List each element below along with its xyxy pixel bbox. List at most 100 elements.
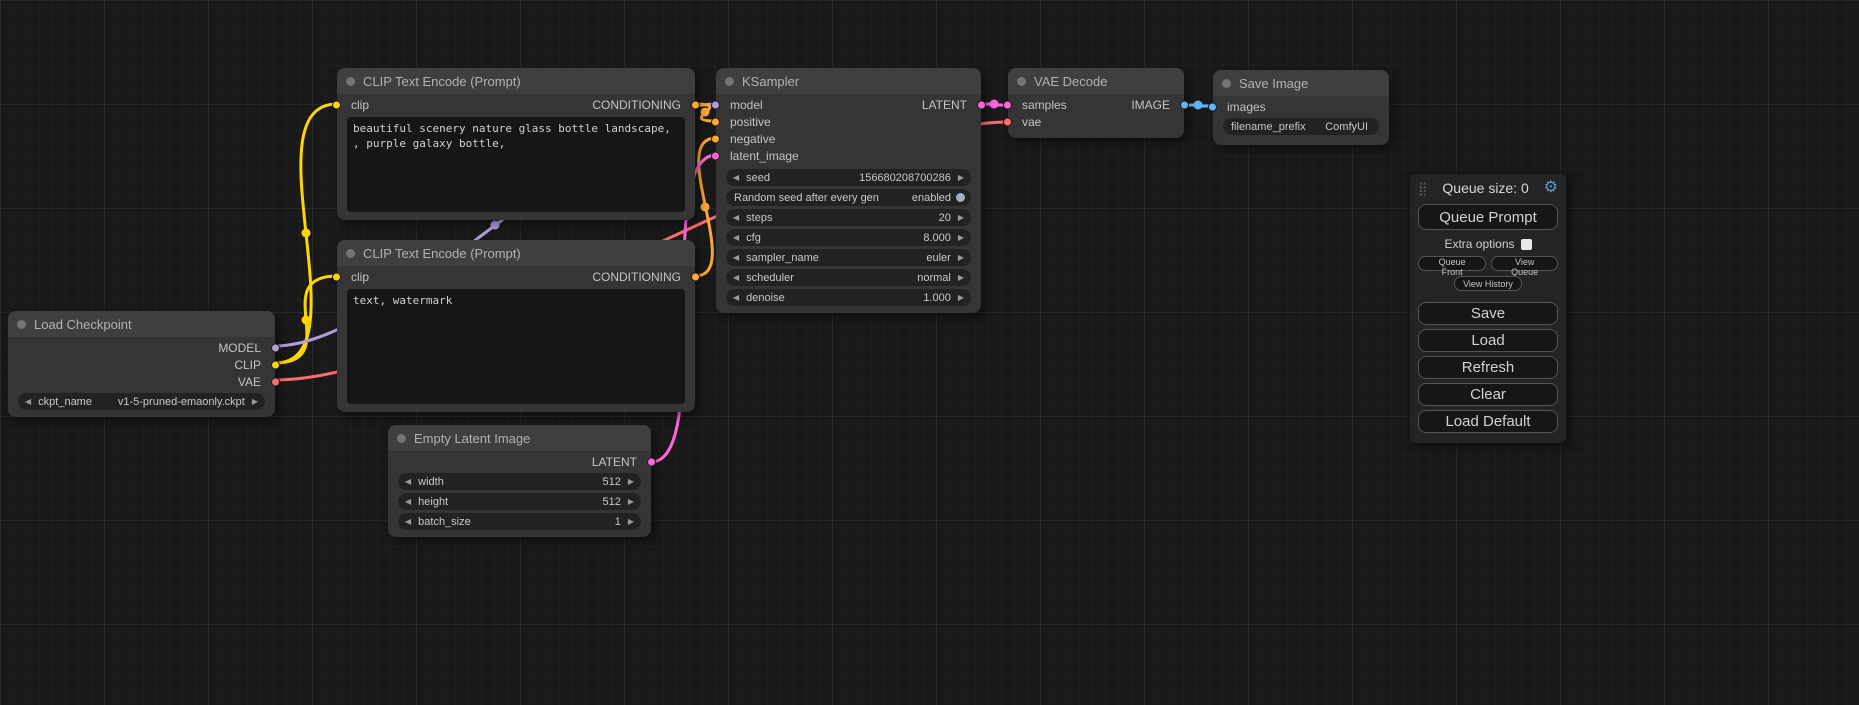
positive-input-dot[interactable] bbox=[711, 117, 720, 126]
view-history-button[interactable]: View History bbox=[1454, 276, 1522, 291]
node-title-bar[interactable]: Empty Latent Image bbox=[388, 425, 651, 451]
node-title: CLIP Text Encode (Prompt) bbox=[363, 246, 521, 261]
node-title-bar[interactable]: Save Image bbox=[1213, 70, 1389, 96]
widget-value: v1-5-pruned-emaonly.ckpt bbox=[118, 396, 245, 408]
left-arrow-icon[interactable]: ◀ bbox=[405, 478, 411, 486]
collapse-dot-icon[interactable] bbox=[1222, 79, 1231, 88]
wire-midpoint-dot bbox=[701, 203, 710, 212]
node-load-checkpoint[interactable]: Load Checkpoint MODEL CLIP VAE ◀ ckpt_na… bbox=[8, 311, 275, 417]
node-empty-latent-image[interactable]: Empty Latent Image LATENT ◀ width 512 ▶ … bbox=[388, 425, 651, 537]
right-arrow-icon[interactable]: ▶ bbox=[958, 254, 964, 262]
right-arrow-icon[interactable]: ▶ bbox=[958, 234, 964, 242]
left-arrow-icon[interactable]: ◀ bbox=[733, 274, 739, 282]
conditioning-output-dot[interactable] bbox=[691, 100, 700, 109]
node-clip-text-encode-positive[interactable]: CLIP Text Encode (Prompt) clip CONDITION… bbox=[337, 68, 695, 220]
height-widget[interactable]: ◀ height 512 ▶ bbox=[398, 493, 641, 510]
left-arrow-icon[interactable]: ◀ bbox=[405, 498, 411, 506]
latent-image-input-dot[interactable] bbox=[711, 151, 720, 160]
view-history-row: View History bbox=[1454, 276, 1522, 291]
toggle-dot[interactable] bbox=[956, 193, 965, 202]
negative-prompt-textarea[interactable]: text, watermark bbox=[347, 289, 685, 404]
right-arrow-icon[interactable]: ▶ bbox=[958, 174, 964, 182]
model-output-dot[interactable] bbox=[271, 343, 280, 352]
vae-output-dot[interactable] bbox=[271, 377, 280, 386]
steps-widget[interactable]: ◀ steps 20 ▶ bbox=[726, 209, 971, 226]
node-vae-decode[interactable]: VAE Decode samples IMAGE vae bbox=[1008, 68, 1184, 138]
batch-size-widget[interactable]: ◀ batch_size 1 ▶ bbox=[398, 513, 641, 530]
refresh-button[interactable]: Refresh bbox=[1418, 356, 1558, 379]
cfg-widget[interactable]: ◀ cfg 8.000 ▶ bbox=[726, 229, 971, 246]
clip-output-dot[interactable] bbox=[271, 360, 280, 369]
left-arrow-icon[interactable]: ◀ bbox=[733, 174, 739, 182]
node-title: Empty Latent Image bbox=[414, 431, 530, 446]
node-save-image[interactable]: Save Image images filename_prefix ComfyU… bbox=[1213, 70, 1389, 145]
right-arrow-icon[interactable]: ▶ bbox=[958, 274, 964, 282]
wire-clip-to-positive-clip bbox=[275, 104, 337, 363]
collapse-dot-icon[interactable] bbox=[397, 434, 406, 443]
node-graph-canvas[interactable]: { "icons": { "left_arrow": "◀", "right_a… bbox=[0, 0, 1859, 705]
clear-button[interactable]: Clear bbox=[1418, 383, 1558, 406]
seed-widget[interactable]: ◀ seed 156680208700286 ▶ bbox=[726, 169, 971, 186]
node-title-bar[interactable]: Load Checkpoint bbox=[8, 311, 275, 337]
filename-prefix-widget[interactable]: filename_prefix ComfyUI bbox=[1223, 118, 1379, 135]
sampler-name-widget[interactable]: ◀ sampler_name euler ▶ bbox=[726, 249, 971, 266]
collapse-dot-icon[interactable] bbox=[346, 249, 355, 258]
scheduler-widget[interactable]: ◀ scheduler normal ▶ bbox=[726, 269, 971, 286]
queue-prompt-button[interactable]: Queue Prompt bbox=[1418, 204, 1558, 230]
widget-value: 156680208700286 bbox=[859, 172, 951, 184]
node-ksampler[interactable]: KSampler model LATENT positive negative … bbox=[716, 68, 981, 313]
node-title-bar[interactable]: KSampler bbox=[716, 68, 981, 94]
collapse-dot-icon[interactable] bbox=[725, 77, 734, 86]
load-default-button[interactable]: Load Default bbox=[1418, 410, 1558, 433]
clip-input-dot[interactable] bbox=[332, 272, 341, 281]
model-input-dot[interactable] bbox=[711, 100, 720, 109]
left-arrow-icon[interactable]: ◀ bbox=[733, 214, 739, 222]
left-arrow-icon[interactable]: ◀ bbox=[733, 294, 739, 302]
node-title: Load Checkpoint bbox=[34, 317, 132, 332]
node-title-bar[interactable]: CLIP Text Encode (Prompt) bbox=[337, 68, 695, 94]
slot-label: LATENT bbox=[592, 455, 637, 469]
slot-label: latent_image bbox=[730, 149, 799, 163]
samples-input-dot[interactable] bbox=[1003, 100, 1012, 109]
ckpt-name-widget[interactable]: ◀ ckpt_name v1-5-pruned-emaonly.ckpt ▶ bbox=[18, 393, 265, 410]
left-arrow-icon[interactable]: ◀ bbox=[25, 398, 31, 406]
right-arrow-icon[interactable]: ▶ bbox=[628, 518, 634, 526]
latent-output-dot[interactable] bbox=[647, 457, 656, 466]
right-arrow-icon[interactable]: ▶ bbox=[628, 478, 634, 486]
collapse-dot-icon[interactable] bbox=[346, 77, 355, 86]
drag-handle-icon[interactable]: ⣿ bbox=[1418, 182, 1428, 195]
view-queue-button[interactable]: View Queue bbox=[1491, 256, 1558, 271]
collapse-dot-icon[interactable] bbox=[17, 320, 26, 329]
slot-label: negative bbox=[730, 132, 775, 146]
width-widget[interactable]: ◀ width 512 ▶ bbox=[398, 473, 641, 490]
negative-input-dot[interactable] bbox=[711, 134, 720, 143]
images-input-dot[interactable] bbox=[1208, 102, 1217, 111]
queue-front-button[interactable]: Queue Front bbox=[1418, 256, 1486, 271]
left-arrow-icon[interactable]: ◀ bbox=[733, 234, 739, 242]
node-title: VAE Decode bbox=[1034, 74, 1107, 89]
vae-input-dot[interactable] bbox=[1003, 117, 1012, 126]
denoise-widget[interactable]: ◀ denoise 1.000 ▶ bbox=[726, 289, 971, 306]
clip-input-dot[interactable] bbox=[332, 100, 341, 109]
right-arrow-icon[interactable]: ▶ bbox=[252, 398, 258, 406]
widget-value: enabled bbox=[912, 192, 951, 204]
load-button[interactable]: Load bbox=[1418, 329, 1558, 352]
right-arrow-icon[interactable]: ▶ bbox=[958, 214, 964, 222]
right-arrow-icon[interactable]: ▶ bbox=[958, 294, 964, 302]
node-title-bar[interactable]: VAE Decode bbox=[1008, 68, 1184, 94]
extra-options-checkbox[interactable] bbox=[1521, 239, 1532, 250]
left-arrow-icon[interactable]: ◀ bbox=[405, 518, 411, 526]
node-clip-text-encode-negative[interactable]: CLIP Text Encode (Prompt) clip CONDITION… bbox=[337, 240, 695, 412]
conditioning-output-dot[interactable] bbox=[691, 272, 700, 281]
node-title-bar[interactable]: CLIP Text Encode (Prompt) bbox=[337, 240, 695, 266]
save-button[interactable]: Save bbox=[1418, 302, 1558, 325]
collapse-dot-icon[interactable] bbox=[1017, 77, 1026, 86]
random-seed-toggle-widget[interactable]: Random seed after every gen enabled bbox=[726, 189, 971, 206]
image-output-dot[interactable] bbox=[1180, 100, 1189, 109]
settings-gear-icon[interactable]: ⚙ bbox=[1544, 180, 1558, 196]
slot-label: LATENT bbox=[922, 98, 967, 112]
positive-prompt-textarea[interactable]: beautiful scenery nature glass bottle la… bbox=[347, 117, 685, 212]
left-arrow-icon[interactable]: ◀ bbox=[733, 254, 739, 262]
right-arrow-icon[interactable]: ▶ bbox=[628, 498, 634, 506]
latent-output-dot[interactable] bbox=[977, 100, 986, 109]
